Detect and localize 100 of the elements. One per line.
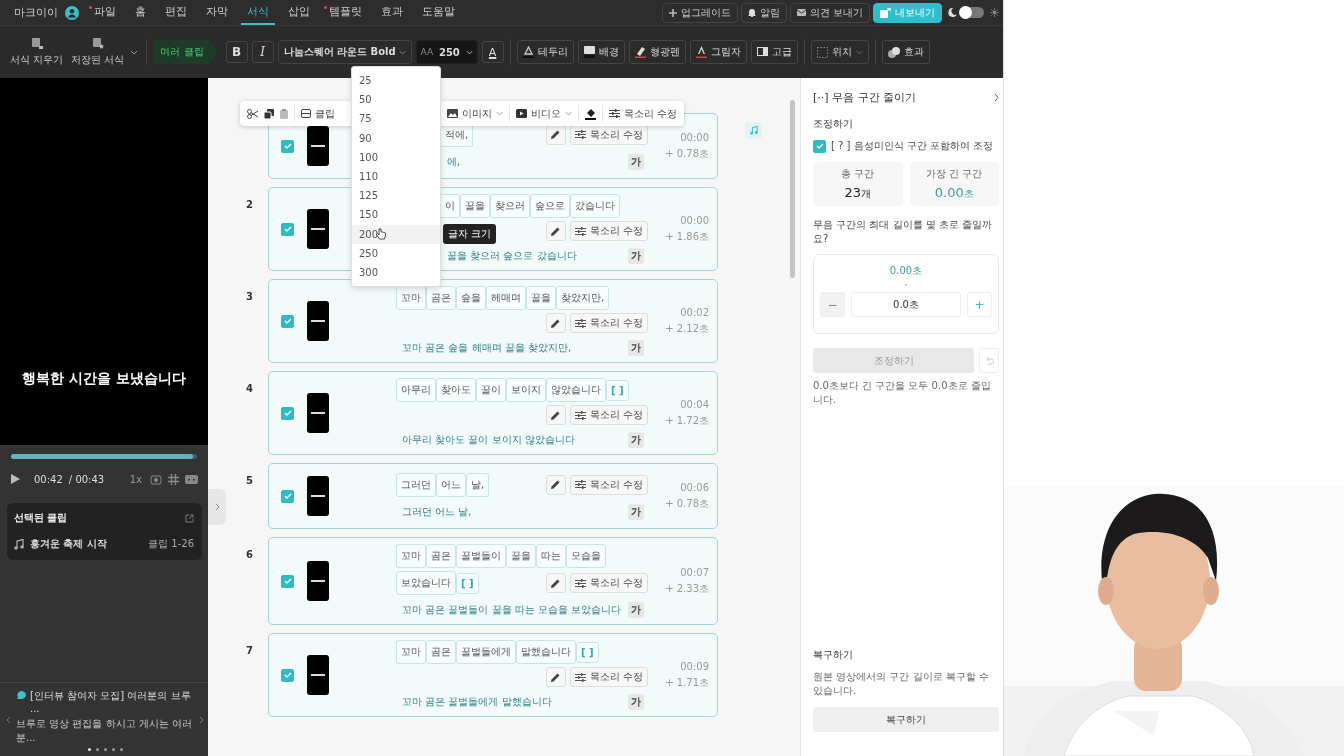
font-style-button[interactable]: 가 bbox=[628, 340, 644, 356]
video-caption: 행복한 시간을 보냈습니다 bbox=[22, 369, 186, 388]
voice-edit-button[interactable]: 목소리 수정 bbox=[569, 124, 648, 145]
word-chip[interactable]: 꿀을 bbox=[526, 286, 556, 310]
word-chip[interactable]: 꿀벌들이 bbox=[456, 544, 506, 568]
word-chip[interactable]: 않았습니다 bbox=[546, 378, 606, 402]
word-chip[interactable]: 따는 bbox=[536, 544, 566, 568]
music-track[interactable]: 흥겨운 축제 시작 bbox=[30, 537, 143, 551]
font-style-button[interactable]: 가 bbox=[628, 248, 644, 264]
subtitle-text[interactable]: 에, bbox=[447, 154, 461, 169]
menu-tab[interactable]: 템플릿 bbox=[323, 0, 368, 25]
effects-button[interactable]: 효과 bbox=[881, 40, 930, 64]
word-chip[interactable]: 찾아도 bbox=[436, 378, 476, 402]
word-chip[interactable]: 꼬마 bbox=[396, 286, 426, 310]
subtitle-text[interactable]: 아무리 찾아도 꿀이 보이지 않았습니다 bbox=[402, 433, 575, 447]
word-chip[interactable]: 곰은 bbox=[426, 544, 456, 568]
font-select[interactable]: 나눔스퀘어 라운드 Bold bbox=[277, 40, 412, 64]
voice-edit-button[interactable]: 목소리 수정 bbox=[569, 221, 648, 241]
highlighter-button[interactable]: 형광펜 bbox=[628, 40, 686, 64]
video-button[interactable]: 비디오 bbox=[516, 106, 572, 121]
card-title: 선택된 클립 bbox=[14, 511, 69, 525]
voice-edit-button[interactable]: 목소리 수정 bbox=[569, 573, 648, 593]
clip-time: 00:02 bbox=[680, 306, 709, 318]
duration-input[interactable]: 0.0초 bbox=[851, 292, 961, 317]
word-chip[interactable]: 곰은 bbox=[426, 286, 456, 310]
size-option[interactable]: 100 bbox=[352, 147, 440, 167]
word-chip[interactable]: 보이지 bbox=[506, 378, 546, 402]
word-chip[interactable]: 꿀이 bbox=[476, 378, 506, 402]
word-chip[interactable]: 꼬마 bbox=[396, 544, 426, 568]
font-style-button[interactable]: 가 bbox=[628, 432, 644, 448]
word-chip[interactable]: 아무리 bbox=[396, 378, 436, 402]
word-chip[interactable]: 말했습니다 bbox=[516, 640, 576, 664]
notification-button[interactable]: 알림 bbox=[740, 2, 787, 23]
notice-title[interactable]: [인터뷰 참여자 모집] 여러분의 브루 ... bbox=[30, 689, 194, 714]
voice-edit-button[interactable]: 목소리 수정 bbox=[569, 313, 648, 333]
word-chip[interactable]: 날, bbox=[466, 472, 490, 497]
voice-edit-button[interactable]: 목소리 수정 bbox=[569, 667, 648, 687]
menu-tab[interactable]: 파일 bbox=[88, 0, 122, 25]
word-chip[interactable]: 모습을 bbox=[566, 544, 606, 568]
feedback-button[interactable]: 의견 보내기 bbox=[789, 2, 870, 23]
subtitle-text[interactable]: 꼬마 곰은 꿀벌들이 꿀을 따는 모습을 보았습니다 bbox=[402, 603, 622, 617]
clip-card[interactable]: 꼬마 곰은 숲을 헤매며 꿀을 찾았지만, 목소리 수정 꼬마 곰은 숲을 헤매며 꿀을 찾았지만, 가 00:02 + 2.12초 bbox=[268, 279, 718, 363]
word-chip[interactable]: 꿀을 bbox=[506, 544, 536, 568]
background-button[interactable]: 배경 bbox=[577, 40, 625, 64]
word-chip[interactable]: 꼬마 bbox=[396, 640, 426, 664]
word-chip[interactable]: 이 bbox=[441, 194, 460, 218]
size-option[interactable]: 50 bbox=[352, 90, 440, 110]
font-style-button[interactable]: 가 bbox=[628, 503, 644, 520]
clip-card[interactable]: 꼬마 곰은 꿀벌들에게 말했습니다 [ ] 목소리 수정 꼬마 곰은 꿀벌들에게 말했습니다 가 00:09 + 1.71초 bbox=[268, 633, 718, 717]
font-size-select[interactable]: AA 250 bbox=[415, 40, 478, 64]
size-option[interactable]: 250 bbox=[352, 243, 440, 263]
word-chip[interactable]: 꿀을 bbox=[460, 194, 490, 218]
font-style-button[interactable]: 가 bbox=[628, 694, 644, 710]
menu-tab[interactable]: 자막 bbox=[200, 0, 234, 25]
clip-card[interactable]: 그러던 어느 날, 목소리 수정 그러던 어느 날, 가 00:06 + 0.78초 bbox=[268, 463, 718, 529]
position-select[interactable]: 위치 bbox=[810, 40, 869, 64]
font-style-button[interactable]: 가 bbox=[628, 602, 644, 618]
subtitle-text[interactable]: 그러던 어느 날, bbox=[402, 504, 472, 519]
subtitle-text[interactable]: 꼬마 곰은 숲을 헤매며 꿀을 찾았지만, bbox=[402, 341, 572, 355]
menu-tab[interactable]: 홈 bbox=[129, 0, 152, 25]
word-chip[interactable]: 어느 bbox=[436, 472, 466, 497]
advanced-button[interactable]: 고급 bbox=[750, 40, 798, 64]
word-chip[interactable]: 찾으러 bbox=[490, 194, 530, 218]
size-option[interactable]: 200 bbox=[352, 224, 440, 244]
word-chip[interactable]: 갔습니다 bbox=[570, 194, 620, 218]
word-chip[interactable]: 숲을 bbox=[456, 286, 486, 310]
size-option[interactable]: 25 bbox=[352, 71, 440, 91]
word-chip[interactable]: 꿀벌들에게 bbox=[456, 640, 516, 664]
shadow-button[interactable]: 그림자 bbox=[689, 40, 747, 64]
image-button[interactable]: 이미지 bbox=[447, 106, 503, 121]
text-color-button[interactable]: A bbox=[481, 41, 504, 63]
size-option[interactable]: 90 bbox=[352, 128, 440, 148]
bold-button[interactable]: B bbox=[225, 41, 248, 63]
speed-button[interactable]: 1x bbox=[129, 473, 142, 485]
word-chip[interactable]: 그러던 bbox=[396, 472, 436, 497]
word-chip[interactable]: 헤매며 bbox=[486, 286, 526, 310]
voice-edit-button[interactable]: 목소리 수정 bbox=[569, 474, 648, 495]
italic-button[interactable]: I bbox=[251, 41, 274, 63]
word-chip[interactable]: 찾았지만, bbox=[556, 286, 610, 310]
option-label: [ ? ] 음성미인식 구간 포함하여 조정 bbox=[831, 139, 994, 153]
upgrade-button[interactable]: 업그레이드 bbox=[661, 2, 738, 23]
size-option[interactable]: 125 bbox=[352, 186, 440, 206]
saved-format-button[interactable]: 저장된 서식 bbox=[69, 37, 127, 67]
restore-button[interactable]: 복구하기 bbox=[813, 707, 999, 732]
clip-card[interactable]: 꼬마 곰은 꿀벌들이 꿀을 따는 모습을 보았습니다 [ ] 목소리 수정 꼬마 곰은 꿀벌들이 꿀을 따는 모습을 보았습니다 가 00:07 + 2.33초 bbox=[268, 537, 718, 625]
font-style-button[interactable]: 가 bbox=[628, 153, 644, 170]
border-button[interactable]: 테두리 bbox=[516, 40, 574, 64]
menu-tab[interactable]: 도움말 bbox=[416, 0, 461, 25]
voice-edit-button[interactable]: 목소리 수정 bbox=[569, 405, 648, 425]
size-option[interactable]: 150 bbox=[352, 205, 440, 225]
clip-card[interactable]: 아무리 찾아도 꿀이 보이지 않았습니다 [ ] 목소리 수정 아무리 찾아도 꿀이 보이지 않았습니다 가 00:04 + 1.72초 bbox=[268, 371, 718, 455]
word-chip[interactable]: 보았습니다 bbox=[396, 571, 456, 595]
menu-tab[interactable]: 삽입 bbox=[282, 0, 316, 25]
clear-format-button[interactable]: 서식 지우기 bbox=[8, 37, 66, 67]
subtitle-text[interactable]: 꿀을 찾으러 숲으로 갔습니다 bbox=[447, 249, 577, 263]
word-chip[interactable]: 숲으로 bbox=[530, 194, 570, 218]
word-chip[interactable]: 곰은 bbox=[426, 640, 456, 664]
subtitle-text[interactable]: 꼬마 곰은 꿀벌들에게 말했습니다 bbox=[402, 695, 552, 709]
menu-tab[interactable]: 편집 bbox=[159, 0, 193, 25]
menu-tab[interactable]: 효과 bbox=[375, 0, 409, 25]
